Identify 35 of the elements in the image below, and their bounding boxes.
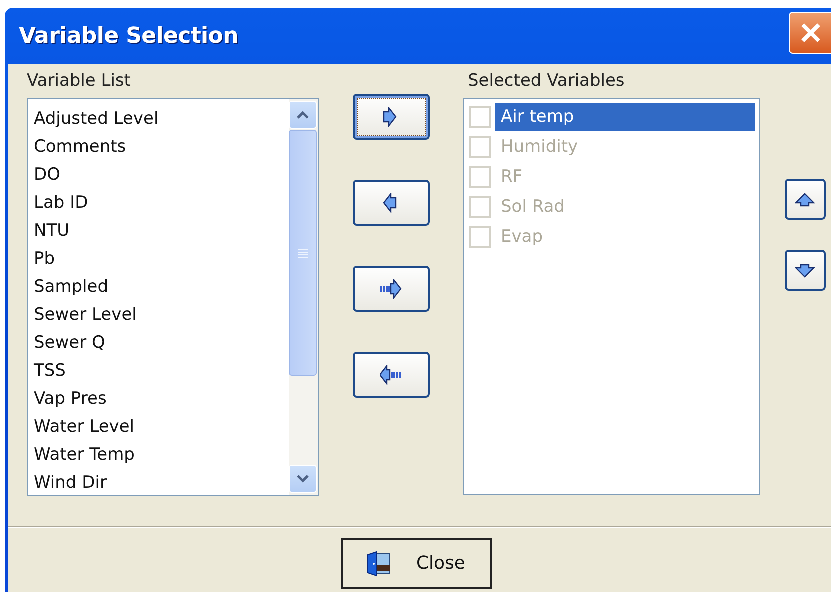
- list-item[interactable]: Comments: [28, 133, 289, 161]
- window-title: Variable Selection: [19, 24, 238, 48]
- list-item[interactable]: TSS: [28, 357, 289, 385]
- scrollbar-thumb[interactable]: [289, 130, 317, 376]
- scroll-up-button[interactable]: [289, 101, 317, 129]
- list-item[interactable]: Water Temp: [28, 441, 289, 469]
- list-item[interactable]: Lab ID: [28, 189, 289, 217]
- move-down-button[interactable]: [785, 250, 826, 291]
- list-item[interactable]: Water Level: [28, 413, 289, 441]
- list-item[interactable]: NTU: [28, 217, 289, 245]
- list-item[interactable]: Vap Pres: [28, 385, 289, 413]
- selected-variables-label: Selected Variables: [467, 70, 626, 93]
- scroll-down-button[interactable]: [289, 465, 317, 493]
- list-item[interactable]: Pb: [28, 245, 289, 273]
- remove-button[interactable]: [352, 180, 430, 226]
- left-arrow-icon: [380, 365, 402, 385]
- list-item[interactable]: Air temp: [495, 103, 755, 131]
- list-item[interactable]: Sewer Q: [28, 329, 289, 357]
- chevron-up-icon: [297, 111, 309, 119]
- list-item[interactable]: Wind Dir: [28, 469, 289, 497]
- move-up-button[interactable]: [785, 179, 826, 220]
- list-item[interactable]: Sewer Level: [28, 301, 289, 329]
- list-item[interactable]: Sampled: [28, 273, 289, 301]
- list-item[interactable]: Adjusted Level: [28, 105, 289, 133]
- close-button[interactable]: Close: [340, 538, 492, 589]
- close-icon[interactable]: [789, 12, 831, 54]
- remove-all-button[interactable]: [352, 352, 430, 398]
- checkbox[interactable]: [469, 106, 491, 128]
- add-all-button[interactable]: [352, 266, 430, 312]
- add-button[interactable]: [352, 94, 430, 140]
- door-icon: [366, 550, 392, 576]
- right-arrow-icon: [380, 279, 402, 299]
- chevron-down-icon: [297, 475, 309, 483]
- list-item[interactable]: DO: [28, 161, 289, 189]
- variable-list-label: Variable List: [27, 70, 132, 93]
